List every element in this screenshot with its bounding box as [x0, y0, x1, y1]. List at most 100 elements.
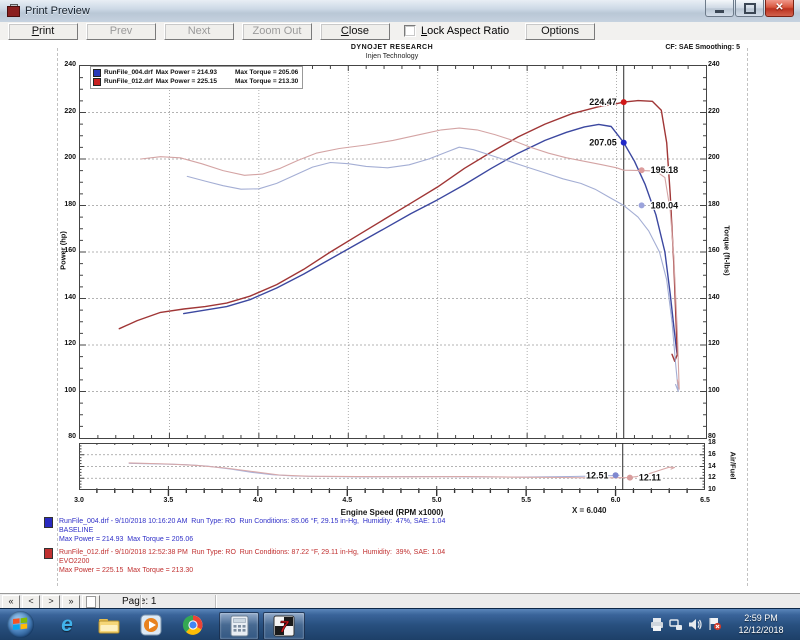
zoom-out-button[interactable]: Zoom Out: [242, 23, 312, 40]
maximize-button[interactable]: [735, 0, 764, 17]
run-line3: Max Power = 214.93 Max Torque = 205.06: [59, 535, 445, 544]
axis-tick-label: 220: [708, 108, 734, 116]
report-header-line2: Injen Technology: [0, 53, 784, 60]
taskbar-item-explorer[interactable]: [96, 612, 122, 638]
marker-dot: [639, 167, 645, 173]
next-button[interactable]: Next: [164, 23, 234, 40]
calculator-icon: [231, 616, 248, 636]
statusbar-separator: [215, 595, 217, 608]
chrome-icon: [183, 615, 203, 635]
lock-aspect-ratio-checkbox[interactable]: [404, 25, 416, 37]
axis-tick-label: 120: [708, 340, 734, 348]
print-preview-page: DYNOJET RESEARCH Injen Technology CF: SA…: [0, 40, 800, 593]
screen: Print Preview ✕ Print Prev Next Zoom Out…: [0, 0, 800, 640]
run-info-evo2200: RunFile_012.drf - 9/10/2018 12:52:38 PM …: [44, 548, 445, 575]
lock-aspect-ratio-label: Lock Aspect Ratio: [421, 25, 509, 37]
main-chart-canvas: 224.47 207.05 195.18 180.04: [80, 66, 706, 438]
run-line1: RunFile_012.drf - 9/10/2018 12:52:38 PM …: [59, 548, 445, 557]
printer-tray-icon[interactable]: [650, 618, 664, 631]
close-window-button[interactable]: ✕: [765, 0, 794, 17]
taskbar-item-dynojet-winpep[interactable]: 7: [263, 612, 305, 640]
marker-label: 224.47: [589, 97, 617, 107]
main-dyno-chart: 224.47 207.05 195.18 180.04: [79, 65, 707, 439]
legend-swatch-blue: [93, 69, 101, 77]
first-page-button[interactable]: «: [2, 595, 20, 609]
marker-label: 180.04: [651, 200, 679, 210]
run-swatch-blue: [44, 517, 53, 528]
clock-date: 12/12/2018: [726, 624, 796, 636]
marker-dot: [639, 202, 645, 208]
preview-statusbar: « < > » Page: 1: [0, 593, 800, 609]
print-button[interactable]: Print: [8, 23, 78, 40]
legend-swatch-red: [93, 78, 101, 86]
axis-tick-label: 200: [50, 154, 76, 162]
axis-tick-label: 240: [708, 61, 734, 69]
run-line2: EVO2200: [59, 557, 445, 566]
taskbar-item-media-player[interactable]: [138, 612, 164, 638]
taskbar-item-internet-explorer[interactable]: e: [54, 612, 80, 638]
report-correction-info: CF: SAE Smoothing: 5: [665, 44, 740, 51]
volume-tray-icon[interactable]: [688, 618, 702, 631]
chart-legend: RunFile_004.drf Max Power = 214.93 Max T…: [90, 66, 303, 89]
windows-taskbar: e: [0, 608, 800, 640]
run-line1: RunFile_004.drf - 9/10/2018 10:16:20 AM …: [59, 517, 445, 526]
svg-text:7: 7: [280, 619, 290, 636]
marker-dot: [621, 140, 627, 146]
x-axis-title: Engine Speed (RPM x1000): [79, 508, 705, 517]
marker-dot: [627, 475, 633, 481]
marker-label: 195.18: [651, 165, 679, 175]
network-tray-icon[interactable]: [669, 618, 683, 631]
cursor-x-readout: X = 6.040: [572, 506, 606, 515]
app-icon: [6, 4, 20, 18]
axis-tick-label: 240: [50, 61, 76, 69]
window-title: Print Preview: [25, 5, 90, 17]
marker-dot: [613, 472, 619, 478]
taskbar-item-chrome[interactable]: [180, 612, 206, 638]
taskbar-item-calculator[interactable]: [219, 612, 259, 640]
axis-tick-label: 100: [708, 387, 734, 395]
media-player-icon: [141, 615, 161, 635]
print-preview-toolbar: Print Prev Next Zoom Out Close Lock Aspe…: [0, 22, 800, 41]
taskbar-clock[interactable]: 2:59 PM 12/12/2018: [726, 612, 796, 636]
run-line3: Max Power = 225.15 Max Torque = 213.30: [59, 566, 445, 575]
marker-label: 12.11: [639, 473, 661, 483]
prev-page-button[interactable]: <: [22, 595, 40, 609]
legend-row-evo2200: RunFile_012.drf Max Power = 225.15 Max T…: [93, 77, 298, 86]
dynojet-app-icon: 7: [274, 616, 294, 636]
minimize-icon: [715, 10, 724, 13]
next-page-button[interactable]: >: [42, 595, 60, 609]
folder-icon: [98, 616, 120, 634]
marker-dot: [621, 99, 627, 105]
close-icon: ✕: [775, 3, 783, 13]
last-page-button[interactable]: »: [62, 595, 80, 609]
y-axis-title-airfuel: Air/Fuel: [729, 436, 738, 496]
marker-label: 207.05: [589, 138, 617, 148]
window-titlebar: Print Preview ✕: [0, 0, 800, 23]
marker-label: 12.51: [586, 470, 609, 480]
maximize-icon: [744, 3, 756, 14]
page-icon: [86, 596, 96, 608]
legend-row-baseline: RunFile_004.drf Max Power = 214.93 Max T…: [93, 68, 298, 77]
curve-runfile004-torque: [187, 147, 678, 391]
axis-tick-label: 100: [50, 387, 76, 395]
minimize-button[interactable]: [705, 0, 734, 17]
export-page-button[interactable]: [82, 595, 100, 609]
axis-tick-label: 80: [50, 433, 76, 441]
action-center-flag-icon[interactable]: [707, 617, 722, 631]
start-button[interactable]: [7, 611, 34, 638]
page-margin-guide-right: [747, 48, 748, 586]
run-swatch-red: [44, 548, 53, 559]
system-tray: [645, 617, 722, 631]
internet-explorer-icon: e: [61, 615, 73, 635]
prev-button[interactable]: Prev: [86, 23, 156, 40]
statusbar-separator: [140, 595, 142, 608]
curve-runfile012-torque: [141, 128, 679, 389]
windows-logo-icon: [13, 618, 28, 631]
options-button[interactable]: Options: [525, 23, 595, 40]
af-chart-canvas: 12.51 12.11: [79, 443, 705, 499]
axis-tick-label: 200: [708, 154, 734, 162]
close-button[interactable]: Close: [320, 23, 390, 40]
run-info-baseline: RunFile_004.drf - 9/10/2018 10:16:20 AM …: [44, 517, 445, 544]
axis-tick-label: 220: [50, 108, 76, 116]
axis-tick-label: 120: [50, 340, 76, 348]
